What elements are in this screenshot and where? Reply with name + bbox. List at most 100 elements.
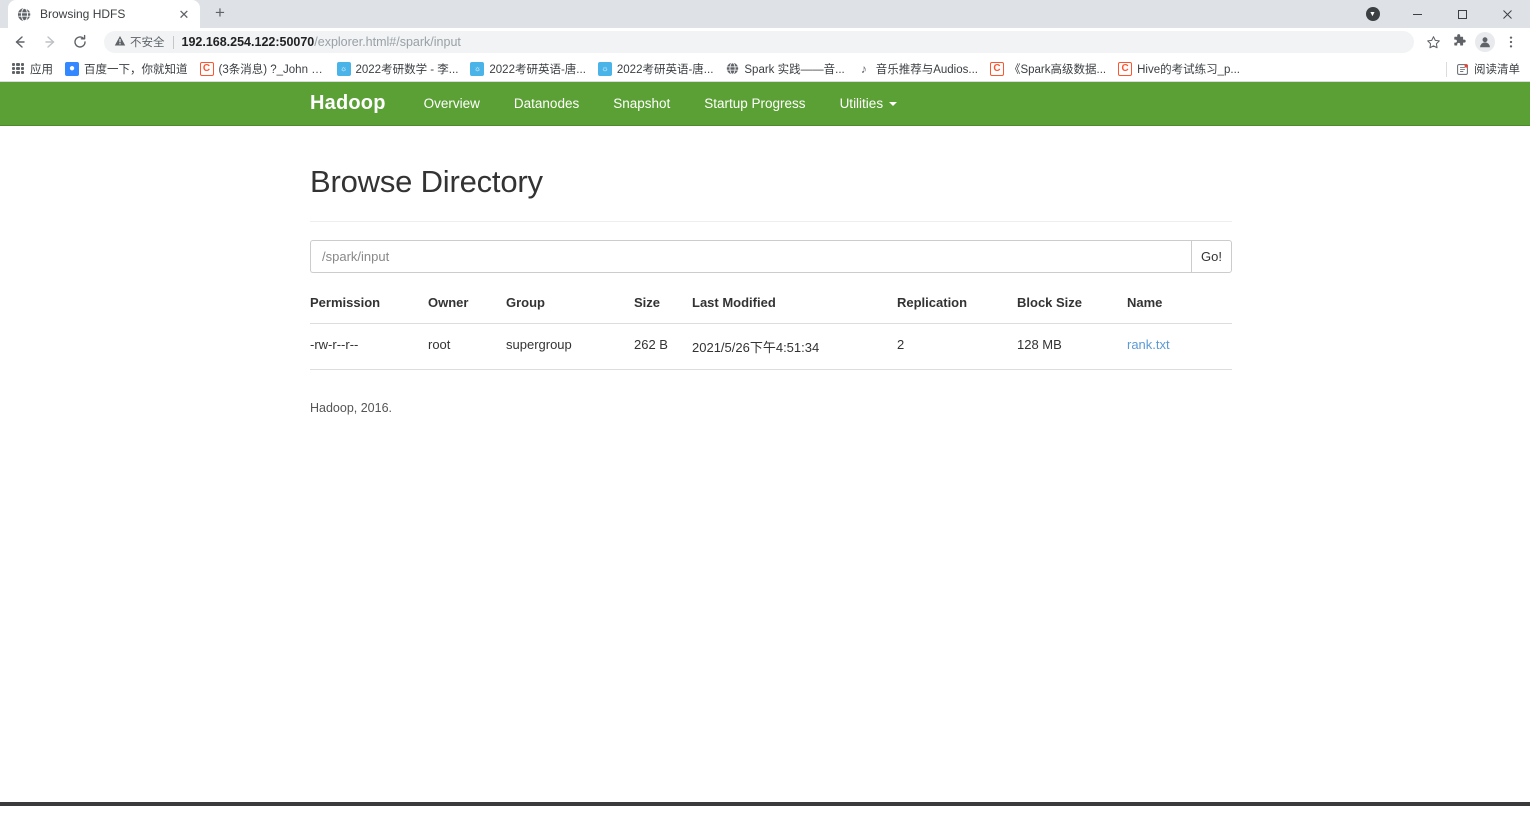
- cell-block-size: 128 MB: [1017, 323, 1127, 370]
- column-header-replication[interactable]: Replication: [897, 295, 1017, 324]
- bookmark-item[interactable]: ● 百度一下，你就知道: [60, 58, 193, 80]
- table-row: -rw-r--r-- root supergroup 262 B 2021/5/…: [310, 323, 1232, 370]
- bookmark-item[interactable]: C 《Spark高级数据...: [985, 58, 1111, 80]
- file-link-rank-txt[interactable]: rank.txt: [1127, 337, 1170, 352]
- update-indicator-icon[interactable]: ▼: [1350, 0, 1395, 28]
- bookmark-label: 音乐推荐与Audios...: [875, 63, 978, 76]
- bookmark-label: 《Spark高级数据...: [1008, 63, 1107, 76]
- bookmark-label: Hive的考试练习_p...: [1137, 63, 1240, 76]
- column-header-last-modified[interactable]: Last Modified: [692, 295, 897, 324]
- reading-list-area: 阅读清单: [1446, 56, 1522, 82]
- maximize-button[interactable]: [1440, 0, 1485, 28]
- globe-icon: [16, 6, 32, 22]
- column-header-group[interactable]: Group: [506, 295, 634, 324]
- bookmark-item[interactable]: ☼ 2022考研数学 - 李...: [332, 58, 464, 80]
- cell-group: supergroup: [506, 323, 634, 370]
- bookmark-item[interactable]: ♪ 音乐推荐与Audios...: [852, 58, 983, 80]
- minimize-button[interactable]: [1395, 0, 1440, 28]
- puzzle-piece-icon[interactable]: [1446, 29, 1472, 55]
- nav-link-snapshot[interactable]: Snapshot: [613, 96, 670, 111]
- csdn-icon: C: [1118, 61, 1133, 76]
- bookmark-item[interactable]: ☼ 2022考研英语-唐...: [465, 58, 591, 80]
- nav-link-utilities[interactable]: Utilities: [840, 96, 898, 111]
- bookmark-item[interactable]: ☼ 2022考研英语-唐...: [593, 58, 719, 80]
- cell-name: rank.txt: [1127, 323, 1232, 370]
- bilibili-icon: ☼: [470, 61, 485, 76]
- apps-grid-icon: [11, 62, 25, 76]
- url-path: /explorer.html#/spark/input: [314, 35, 461, 49]
- bookmark-label: Spark 实践——音...: [744, 63, 845, 76]
- omnibox-divider: [172, 35, 174, 49]
- title-divider: [310, 221, 1232, 222]
- bookmark-label: 2022考研数学 - 李...: [355, 63, 459, 76]
- address-bar[interactable]: 不安全 192.168.254.122:50070/explorer.html#…: [104, 31, 1414, 53]
- bilibili-icon: ☼: [336, 61, 351, 76]
- bookmark-label: (3条消息) ?_John Z...: [218, 63, 325, 76]
- close-icon[interactable]: ✕: [176, 6, 192, 22]
- column-header-size[interactable]: Size: [634, 295, 692, 324]
- hadoop-brand[interactable]: Hadoop: [310, 92, 386, 115]
- bookmarks-divider: [1446, 61, 1447, 77]
- security-label: 不安全: [130, 37, 165, 49]
- forward-arrow-icon[interactable]: [36, 28, 64, 56]
- table-header-row: Permission Owner Group Size Last Modifie…: [310, 295, 1232, 324]
- url-text: 192.168.254.122:50070/explorer.html#/spa…: [182, 35, 1405, 49]
- cell-permission: -rw-r--r--: [310, 323, 428, 370]
- bookmark-item[interactable]: C Hive的考试练习_p...: [1113, 58, 1245, 80]
- globe-icon: [725, 62, 739, 76]
- csdn-icon: C: [199, 61, 214, 76]
- page-title: Browse Directory: [310, 164, 543, 199]
- new-tab-button[interactable]: +: [206, 0, 234, 28]
- reading-list-icon: [1455, 62, 1469, 76]
- reload-icon[interactable]: [66, 28, 94, 56]
- reading-list-label: 阅读清单: [1474, 64, 1520, 76]
- tab-strip: Browsing HDFS ✕ + ▼: [0, 0, 1530, 28]
- page-viewport: Hadoop Overview Datanodes Snapshot Start…: [0, 82, 1530, 806]
- close-window-button[interactable]: [1485, 0, 1530, 28]
- nav-link-overview[interactable]: Overview: [424, 96, 480, 111]
- browser-tab[interactable]: Browsing HDFS ✕: [8, 0, 200, 28]
- bookmark-label: 应用: [30, 63, 53, 76]
- tab-title: Browsing HDFS: [40, 7, 126, 21]
- bilibili-icon: ☼: [597, 61, 612, 76]
- security-indicator[interactable]: 不安全: [114, 34, 165, 50]
- url-host: 192.168.254.122:50070: [181, 35, 315, 49]
- column-header-owner[interactable]: Owner: [428, 295, 506, 324]
- back-arrow-icon[interactable]: [6, 28, 34, 56]
- bookmark-item[interactable]: Spark 实践——音...: [720, 58, 849, 80]
- browser-toolbar: 不安全 192.168.254.122:50070/explorer.html#…: [0, 28, 1530, 56]
- cell-size: 262 B: [634, 323, 692, 370]
- window-controls: ▼: [1350, 0, 1530, 28]
- cell-last-modified: 2021/5/26下午4:51:34: [692, 323, 897, 370]
- path-input-group: Go!: [310, 240, 1232, 273]
- cell-owner: root: [428, 323, 506, 370]
- csdn-icon: C: [989, 61, 1004, 76]
- go-button[interactable]: Go!: [1191, 240, 1232, 273]
- note-icon: ♪: [860, 61, 867, 76]
- bookmark-label: 百度一下，你就知道: [84, 63, 188, 76]
- page-container: Browse Directory Go! Permission Owner Gr…: [310, 126, 1232, 415]
- bookmark-label: 2022考研英语-唐...: [489, 63, 586, 76]
- column-header-name[interactable]: Name: [1127, 295, 1232, 324]
- taskbar-edge: [0, 802, 1530, 806]
- file-listing-table: Permission Owner Group Size Last Modifie…: [310, 295, 1232, 370]
- bookmark-apps[interactable]: 应用: [6, 58, 58, 80]
- column-header-permission[interactable]: Permission: [310, 295, 428, 324]
- cell-replication: 2: [897, 323, 1017, 370]
- avatar-icon[interactable]: [1472, 29, 1498, 55]
- page-footer: Hadoop, 2016.: [310, 401, 393, 415]
- bookmark-item[interactable]: C (3条消息) ?_John Z...: [195, 58, 330, 80]
- nav-link-startup-progress[interactable]: Startup Progress: [704, 96, 805, 111]
- warning-triangle-icon: [114, 35, 126, 50]
- bookmark-label: 2022考研英语-唐...: [616, 63, 714, 76]
- three-dot-menu-icon[interactable]: [1498, 29, 1524, 55]
- star-icon[interactable]: [1420, 29, 1446, 55]
- hadoop-navbar: Hadoop Overview Datanodes Snapshot Start…: [0, 82, 1530, 126]
- browser-window: Browsing HDFS ✕ + ▼ 不安全 192.168.254.122:…: [0, 0, 1530, 830]
- baidu-icon: ●: [65, 61, 79, 76]
- bookmarks-bar: 应用 ● 百度一下，你就知道 C (3条消息) ?_John Z... ☼ 20…: [0, 56, 1530, 82]
- column-header-block-size[interactable]: Block Size: [1017, 295, 1127, 324]
- nav-link-datanodes[interactable]: Datanodes: [514, 96, 579, 111]
- directory-path-input[interactable]: [310, 240, 1191, 273]
- reading-list-button[interactable]: 阅读清单: [1455, 58, 1520, 80]
